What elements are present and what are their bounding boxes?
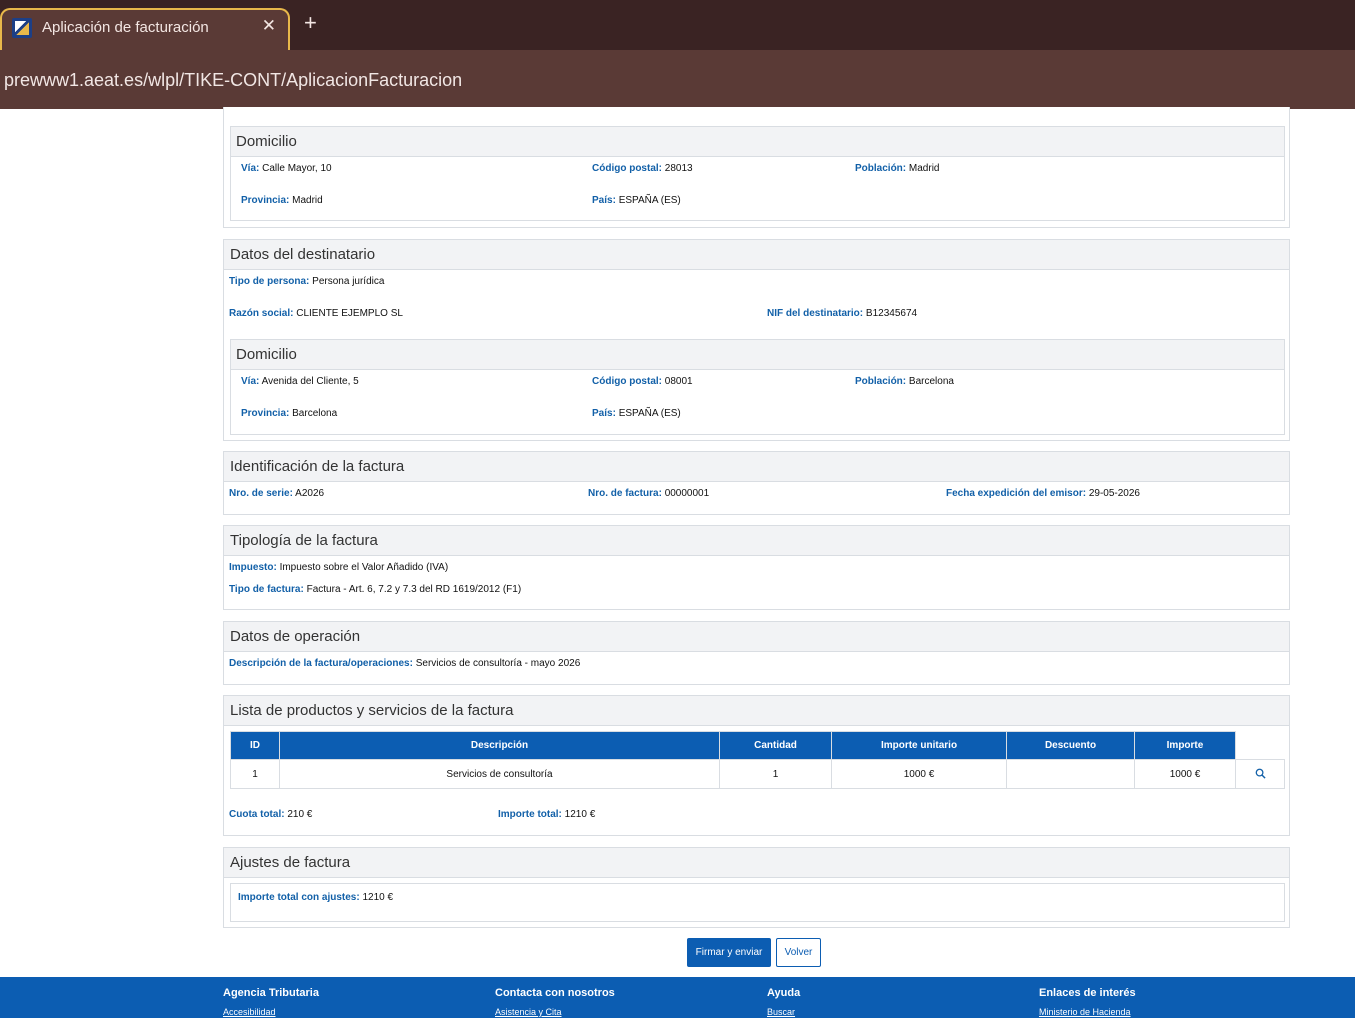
footer-column: Enlaces de interés Ministerio de Haciend… [1039, 987, 1136, 1017]
column-header: Descripción [279, 731, 720, 760]
footer-column: Ayuda Buscar [767, 987, 800, 1017]
cell-descuento [1006, 759, 1135, 789]
section-title: Domicilio [231, 127, 1284, 157]
tipologia-panel: Tipología de la factura Impuesto: Impues… [223, 525, 1290, 610]
table-header-row: ID Descripción Cantidad Importe unitario… [230, 731, 1285, 760]
footer-link[interactable]: Accesibilidad [223, 1007, 319, 1017]
browser-tab[interactable]: Aplicación de facturación ✕ [0, 8, 290, 50]
volver-button[interactable]: Volver [776, 938, 821, 967]
column-header: ID [230, 731, 280, 760]
footer-heading: Enlaces de interés [1039, 987, 1136, 999]
poblacion-field: Población: Barcelona [855, 376, 954, 387]
destinatario-panel: Datos del destinatario Tipo de persona: … [223, 239, 1290, 441]
productos-panel: Lista de productos y servicios de la fac… [223, 695, 1290, 836]
new-tab-icon[interactable]: + [304, 10, 317, 36]
identificacion-panel: Identificación de la factura Nro. de ser… [223, 451, 1290, 515]
section-title: Datos del destinatario [224, 240, 1289, 270]
footer-link[interactable]: Buscar [767, 1007, 800, 1017]
section-title: Datos de operación [224, 622, 1289, 652]
numero-factura-field: Nro. de factura: 00000001 [588, 488, 710, 499]
pais-field: País: ESPAÑA (ES) [592, 408, 681, 419]
column-header: Importe [1134, 731, 1236, 760]
provincia-field: Provincia: Madrid [241, 195, 323, 206]
section-title: Ajustes de factura [224, 848, 1289, 878]
footer-heading: Ayuda [767, 987, 801, 999]
via-field: Vía: Calle Mayor, 10 [241, 163, 332, 174]
site-footer: Agencia Tributaria Accesibilidad Contact… [0, 977, 1355, 1018]
poblacion-field: Población: Madrid [855, 163, 940, 174]
address-bar[interactable]: prewww1.aeat.es/wlpl/TIKE-CONT/Aplicacio… [0, 50, 1355, 109]
cell-descripcion: Servicios de consultoría [279, 759, 720, 789]
footer-heading: Agencia Tributaria [223, 987, 319, 999]
importe-total-field: Importe total: 1210 € [498, 809, 596, 820]
razon-social-field: Razón social: CLIENTE EJEMPLO SL [229, 308, 403, 319]
aeat-logo-icon [12, 18, 32, 38]
emisor-panel: Domicilio Vía: Calle Mayor, 10 Código po… [223, 107, 1290, 228]
importe-ajustes-field: Importe total con ajustes: 1210 € [238, 892, 394, 903]
section-title: Lista de productos y servicios de la fac… [224, 696, 1289, 726]
fecha-expedicion-field: Fecha expedición del emisor: 29-05-2026 [946, 488, 1140, 499]
browser-tab-bar: Aplicación de facturación ✕ + [0, 0, 1355, 50]
column-header: Descuento [1006, 731, 1135, 760]
tipo-persona-field: Tipo de persona: Persona jurídica [229, 276, 385, 287]
cell-unitario: 1000 € [831, 759, 1007, 789]
cell-id: 1 [230, 759, 280, 789]
products-table: ID Descripción Cantidad Importe unitario… [230, 731, 1285, 789]
footer-link[interactable]: Asistencia y Cita [495, 1007, 615, 1017]
ajustes-panel: Ajustes de factura Importe total con aju… [223, 847, 1290, 928]
impuesto-field: Impuesto: Impuesto sobre el Valor Añadid… [229, 562, 449, 573]
descripcion-field: Descripción de la factura/operaciones: S… [229, 658, 581, 669]
ajustes-box: Importe total con ajustes: 1210 € [230, 883, 1285, 922]
destinatario-domicilio: Domicilio Vía: Avenida del Cliente, 5 Có… [230, 339, 1285, 435]
section-title: Tipología de la factura [224, 526, 1289, 556]
url-text[interactable]: prewww1.aeat.es/wlpl/TIKE-CONT/Aplicacio… [4, 70, 462, 91]
operacion-panel: Datos de operación Descripción de la fac… [223, 621, 1290, 685]
emisor-domicilio: Domicilio Vía: Calle Mayor, 10 Código po… [230, 126, 1285, 221]
table-row: 1 Servicios de consultoría 1 1000 € 1000… [230, 759, 1285, 789]
page-content: Domicilio Vía: Calle Mayor, 10 Código po… [0, 107, 1355, 977]
footer-heading: Contacta con nosotros [495, 987, 615, 999]
footer-column: Contacta con nosotros Asistencia y Cita [495, 987, 615, 1017]
cp-field: Código postal: 28013 [592, 163, 693, 174]
nif-field: NIF del destinatario: B12345674 [767, 308, 918, 319]
tab-title: Aplicación de facturación [42, 19, 209, 36]
column-header: Importe unitario [831, 731, 1007, 760]
via-field: Vía: Avenida del Cliente, 5 [241, 376, 359, 387]
cell-importe: 1000 € [1134, 759, 1236, 789]
serie-field: Nro. de serie: A2026 [229, 488, 325, 499]
footer-column: Agencia Tributaria Accesibilidad [223, 987, 319, 1017]
section-title: Domicilio [231, 340, 1284, 370]
close-tab-icon[interactable]: ✕ [262, 16, 276, 36]
pais-field: País: ESPAÑA (ES) [592, 195, 681, 206]
tipo-factura-field: Tipo de factura: Factura - Art. 6, 7.2 y… [229, 584, 522, 595]
section-title: Identificación de la factura [224, 452, 1289, 482]
cell-cantidad: 1 [719, 759, 832, 789]
view-detail-button[interactable] [1235, 759, 1285, 789]
footer-link[interactable]: Ministerio de Hacienda [1039, 1007, 1136, 1017]
provincia-field: Provincia: Barcelona [241, 408, 338, 419]
cuota-total-field: Cuota total: 210 € [229, 809, 313, 820]
magnifier-icon[interactable] [1255, 768, 1266, 780]
cp-field: Código postal: 08001 [592, 376, 693, 387]
firmar-enviar-button[interactable]: Firmar y enviar [687, 938, 771, 967]
column-header: Cantidad [719, 731, 832, 760]
